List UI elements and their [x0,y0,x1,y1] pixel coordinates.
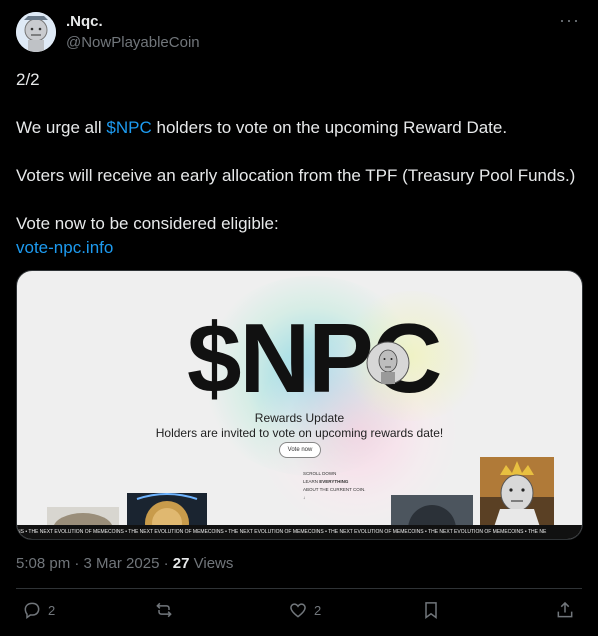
timestamp: 5:08 pm · 3 Mar 2025 · 27 Views [16,555,234,572]
like-button[interactable]: 2 [288,600,321,620]
retweet-icon [156,602,172,618]
scroll-line: SCROLL DOWN [303,471,337,476]
tweet-text: 2/2 We urge all $NPC holders to vote on … [16,68,582,260]
vote-now-button: Vote now [279,442,321,458]
views-count: 27 [172,555,190,572]
views-label: Views [189,555,234,572]
bookmark-button[interactable] [421,600,441,620]
scroll-line: ABOUT THE CURRENT COIN. [303,487,366,492]
rewards-title: Rewards Update [254,411,345,425]
divider [16,588,582,589]
tweet-line: We urge all $NPC holders to vote on the … [16,116,582,140]
scroll-line: LEARN EVERYTHING [303,479,349,484]
npc-face-icon [366,341,410,385]
avatar[interactable] [16,12,56,52]
coin-thumbnail [47,507,119,527]
share-button[interactable] [555,600,575,620]
coin-thumbnail [391,495,473,527]
retweet-button[interactable] [154,600,180,620]
display-name[interactable]: .Nqc. [66,13,103,30]
scroll-arrow-icon: ↓ [303,495,306,500]
like-count: 2 [314,602,322,618]
post-date[interactable]: 3 Mar 2025 [84,555,160,572]
reply-icon [24,602,40,619]
text-segment: holders to vote on the upcoming Reward D… [151,118,508,137]
share-icon [557,601,573,618]
tweet-line: Vote now to be considered eligible: [16,214,279,233]
coin-thumbnail [127,493,207,527]
reply-count: 2 [48,602,56,618]
reply-button[interactable]: 2 [22,600,55,620]
cashtag-link[interactable]: $NPC [106,118,151,137]
tweet-line: Voters will receive an early allocation … [16,166,576,185]
post-time[interactable]: 5:08 pm [16,555,70,572]
npc-avatar-icon [16,12,56,52]
more-options-icon[interactable]: ··· [559,10,580,31]
heart-icon [290,603,306,618]
handle[interactable]: @NowPlayableCoin [66,34,200,51]
king-npc-thumbnail [480,457,554,527]
text-segment: We urge all [16,118,107,137]
media-image[interactable]: $NPC Rewards Update Holders are invited … [16,270,583,540]
bookmark-icon [425,602,437,619]
scroll-info: SCROLL DOWN LEARN EVERYTHING ABOUT THE C… [303,470,366,502]
vote-link[interactable]: vote-npc.info [16,236,582,260]
action-bar: 2 2 [0,600,598,624]
ticker-banner: NS • THE NEXT EVOLUTION OF MEMECOINS • T… [17,525,582,539]
rewards-subtitle: Holders are invited to vote on upcoming … [155,426,444,440]
tweet-line: 2/2 [16,70,40,89]
